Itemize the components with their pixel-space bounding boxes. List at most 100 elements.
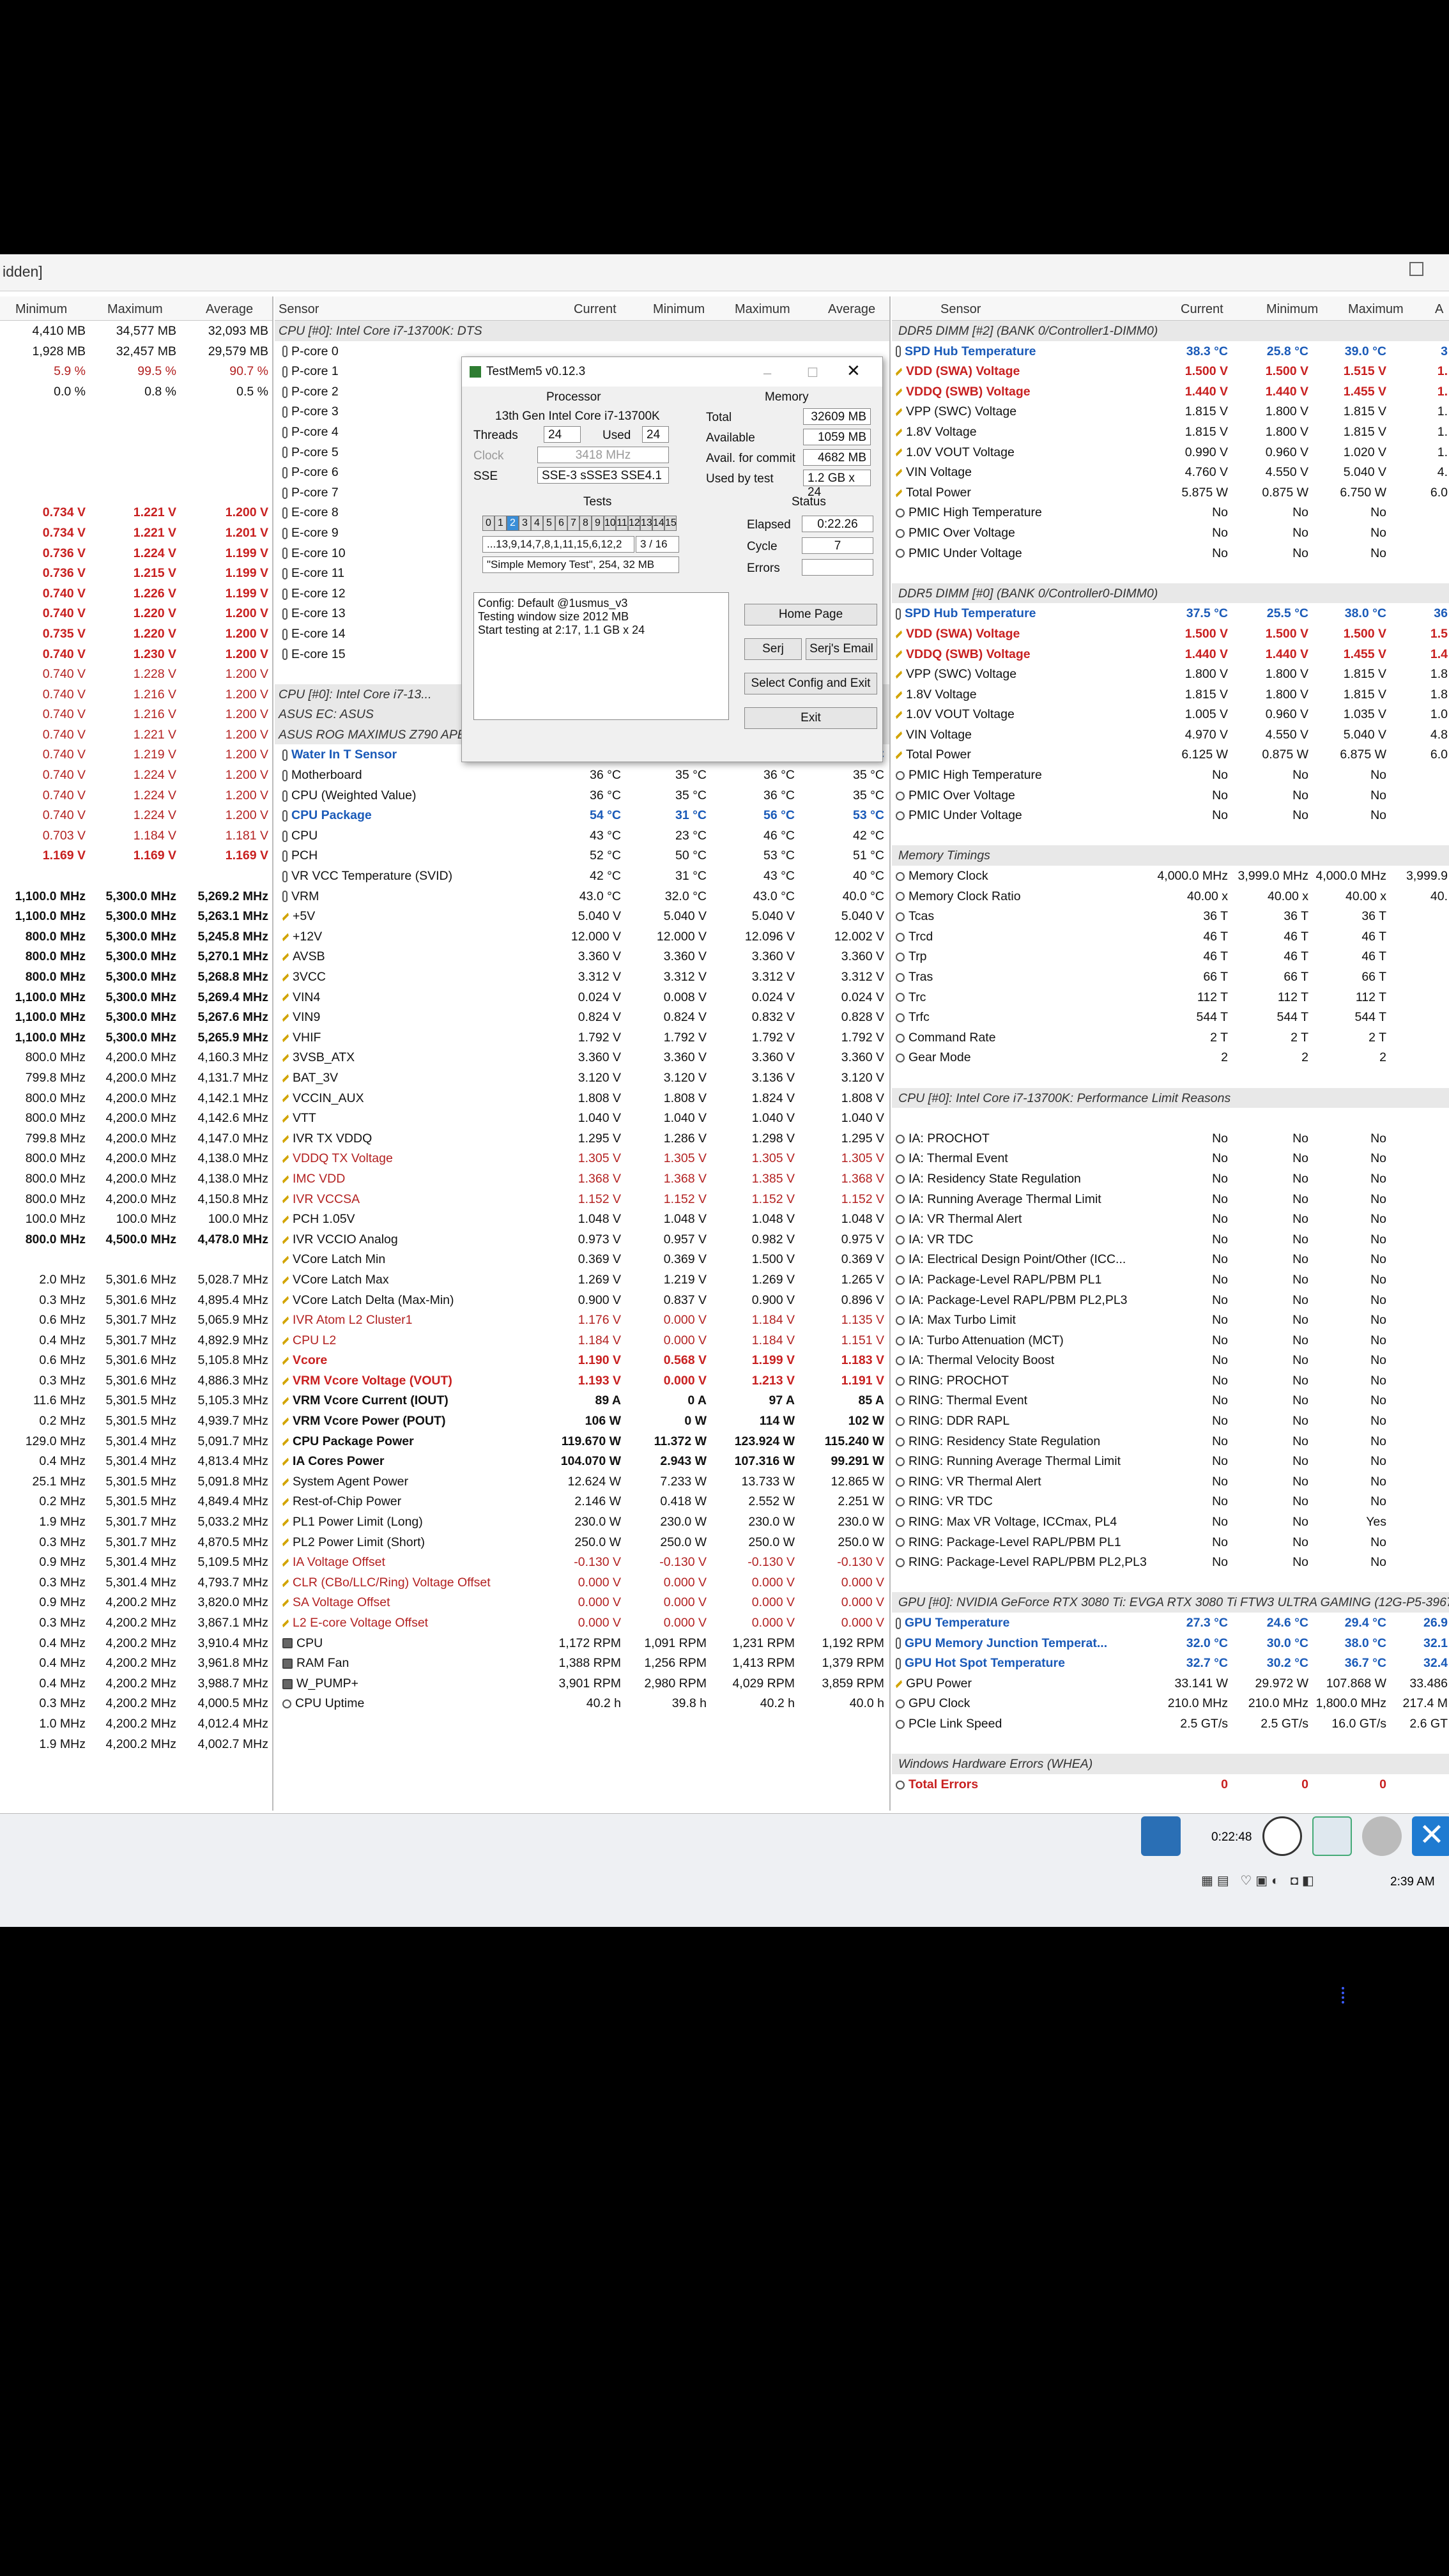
table-row[interactable]: 800.0 MHz 4,200.0 MHz 4,150.8 MHz (0, 1189, 272, 1209)
system-tray-icons[interactable]: ▦▤ ♡▣◐ ◘◧ (1201, 1873, 1367, 1892)
table-row[interactable]: Command Rate 2 T 2 T 2 T (892, 1027, 1449, 1048)
column-current[interactable]: Current (1181, 302, 1223, 317)
table-row[interactable]: Memory Clock Ratio 40.00 x 40.00 x 40.00 x 4… (892, 886, 1449, 907)
table-row[interactable]: VDDQ TX Voltage 1.305 V 1.305 V 1.305 V 1.30… (275, 1148, 889, 1169)
table-row[interactable]: RING: DDR RAPL No No No (892, 1411, 1449, 1431)
table-row[interactable]: 1.9 MHz 4,200.2 MHz 4,002.7 MHz (0, 1734, 272, 1754)
table-row[interactable]: 0.740 V 1.216 V 1.200 V (0, 684, 272, 705)
table-row[interactable]: VR VCC Temperature (SVID) 42 °C 31 °C 43 °C… (275, 866, 889, 886)
table-row[interactable]: GPU Clock 210.0 MHz 210.0 MHz 1,800.0 MHz 21… (892, 1693, 1449, 1713)
section-header[interactable]: DDR5 DIMM [#2] (BANK 0/Controller1-DIMM0… (892, 321, 1449, 341)
table-row[interactable]: RING: PROCHOT No No No (892, 1370, 1449, 1391)
table-row[interactable]: IA: Turbo Attenuation (MCT) No No No (892, 1330, 1449, 1351)
table-row[interactable]: 800.0 MHz 4,500.0 MHz 4,478.0 MHz (0, 1229, 272, 1250)
table-row[interactable]: IA: PROCHOT No No No (892, 1128, 1449, 1149)
table-row[interactable]: IA: Max Turbo Limit No No No (892, 1310, 1449, 1330)
table-row[interactable] (0, 1249, 272, 1269)
table-row[interactable]: IA: Package-Level RAPL/PBM PL1 No No No (892, 1269, 1449, 1290)
table-row[interactable]: VRM Vcore Voltage (VOUT) 1.193 V 0.000 V 1.… (275, 1370, 889, 1391)
table-row[interactable]: 0.4 MHz 5,301.7 MHz 4,892.9 MHz (0, 1330, 272, 1351)
home-page-button[interactable]: Home Page (744, 604, 877, 625)
table-row[interactable]: BAT_3V 3.120 V 3.120 V 3.136 V 3.120 V (275, 1068, 889, 1088)
table-row[interactable]: 0.740 V 1.221 V 1.200 V (0, 724, 272, 745)
table-row[interactable]: +5V 5.040 V 5.040 V 5.040 V 5.040 V (275, 906, 889, 926)
table-row[interactable]: 800.0 MHz 4,200.0 MHz 4,160.3 MHz (0, 1047, 272, 1068)
table-row[interactable]: 1.9 MHz 5,301.7 MHz 5,033.2 MHz (0, 1512, 272, 1532)
table-row[interactable]: GPU Hot Spot Temperature 32.7 °C 30.2 °C 36… (892, 1653, 1449, 1673)
table-row[interactable]: 1,100.0 MHz 5,300.0 MHz 5,269.4 MHz (0, 987, 272, 1008)
table-row[interactable]: IA: VR Thermal Alert No No No (892, 1209, 1449, 1229)
table-row[interactable]: VCore Latch Delta (Max-Min) 0.900 V 0.837 … (275, 1290, 889, 1310)
table-row[interactable] (0, 442, 272, 463)
table-row[interactable]: 800.0 MHz 5,300.0 MHz 5,270.1 MHz (0, 946, 272, 967)
section-header[interactable]: Windows Hardware Errors (WHEA) (892, 1754, 1449, 1774)
table-row[interactable]: RING: Max VR Voltage, ICCmax, PL4 No No Yes (892, 1512, 1449, 1532)
exit-button[interactable]: Exit (744, 707, 877, 729)
table-row[interactable]: 0.740 V 1.226 V 1.199 V (0, 583, 272, 604)
table-row[interactable] (892, 825, 1449, 846)
table-row[interactable]: 0.3 MHz 5,301.6 MHz 4,895.4 MHz (0, 1290, 272, 1310)
table-row[interactable]: VCore Latch Max 1.269 V 1.219 V 1.269 V 1.26… (275, 1269, 889, 1290)
table-row[interactable]: 0.2 MHz 5,301.5 MHz 4,849.4 MHz (0, 1491, 272, 1512)
table-row[interactable]: 0.0 % 0.8 % 0.5 % (0, 381, 272, 402)
table-row[interactable]: Memory Clock 4,000.0 MHz 3,999.0 MHz 4,000.… (892, 866, 1449, 886)
table-row[interactable]: 0.6 MHz 5,301.7 MHz 5,065.9 MHz (0, 1310, 272, 1330)
table-row[interactable]: 800.0 MHz 4,200.0 MHz 4,142.6 MHz (0, 1108, 272, 1128)
table-row[interactable]: IA: VR TDC No No No (892, 1229, 1449, 1250)
table-row[interactable]: IA Cores Power 104.070 W 2.943 W 107.316 W 9… (275, 1451, 889, 1471)
table-row[interactable]: CPU Package 54 °C 31 °C 56 °C 53 °C (275, 805, 889, 825)
table-row[interactable]: VTT 1.040 V 1.040 V 1.040 V 1.040 V (275, 1108, 889, 1128)
column-minimum[interactable]: Minimum (1266, 302, 1318, 317)
table-row[interactable]: VIN9 0.824 V 0.824 V 0.832 V 0.828 V (275, 1007, 889, 1027)
table-row[interactable]: VRM Vcore Power (POUT) 106 W 0 W 114 W 102 W (275, 1411, 889, 1431)
table-row[interactable]: 0.9 MHz 4,200.2 MHz 3,820.0 MHz (0, 1592, 272, 1613)
table-row[interactable]: IVR VCCIO Analog 0.973 V 0.957 V 0.982 V 0.9… (275, 1229, 889, 1250)
table-row[interactable] (0, 422, 272, 442)
table-row[interactable]: VDDQ (SWB) Voltage 1.440 V 1.440 V 1.455 V 1… (892, 644, 1449, 664)
table-row[interactable]: Tras 66 T 66 T 66 T (892, 967, 1449, 987)
table-row[interactable] (892, 1068, 1449, 1088)
close-sensors-icon[interactable]: ✕ (1412, 1816, 1449, 1856)
table-row[interactable]: 4,410 MB 34,577 MB 32,093 MB (0, 321, 272, 341)
table-row[interactable]: PL2 Power Limit (Short) 250.0 W 250.0 W 250… (275, 1532, 889, 1552)
table-row[interactable]: CPU Uptime 40.2 h 39.8 h 40.2 h 40.0 h (275, 1693, 889, 1713)
table-row[interactable]: PCIe Link Speed 2.5 GT/s 2.5 GT/s 16.0 GT/s… (892, 1713, 1449, 1734)
table-row[interactable]: System Agent Power 12.624 W 7.233 W 13.733 … (275, 1471, 889, 1492)
table-row[interactable]: 0.740 V 1.230 V 1.200 V (0, 644, 272, 664)
table-row[interactable]: 3VSB_ATX 3.360 V 3.360 V 3.360 V 3.360 V (275, 1047, 889, 1068)
table-row[interactable]: 1,100.0 MHz 5,300.0 MHz 5,267.6 MHz (0, 1007, 272, 1027)
table-row[interactable]: 5.9 % 99.5 % 90.7 % (0, 361, 272, 381)
table-row[interactable]: 1.8V Voltage 1.815 V 1.800 V 1.815 V 1. (892, 422, 1449, 442)
table-row[interactable] (892, 1572, 1449, 1593)
table-row[interactable]: Motherboard 36 °C 35 °C 36 °C 35 °C (275, 765, 889, 785)
table-row[interactable]: 800.0 MHz 4,200.0 MHz 4,138.0 MHz (0, 1148, 272, 1169)
table-row[interactable]: PMIC High Temperature No No No (892, 765, 1449, 785)
table-row[interactable]: IVR Atom L2 Cluster1 1.176 V 0.000 V 1.184 … (275, 1310, 889, 1330)
column-sensor[interactable]: Sensor (279, 302, 319, 317)
table-row[interactable]: VIN Voltage 4.760 V 4.550 V 5.040 V 4. (892, 462, 1449, 482)
column-current[interactable]: Current (574, 302, 617, 317)
table-row[interactable]: GPU Memory Junction Temperat... 32.0 °C 30… (892, 1633, 1449, 1653)
table-row[interactable]: 0.6 MHz 5,301.6 MHz 5,105.8 MHz (0, 1350, 272, 1370)
column-average[interactable]: A (1435, 302, 1443, 317)
table-row[interactable] (0, 401, 272, 422)
table-row[interactable]: RING: VR TDC No No No (892, 1491, 1449, 1512)
table-row[interactable]: AVSB 3.360 V 3.360 V 3.360 V 3.360 V (275, 946, 889, 967)
table-row[interactable]: PL1 Power Limit (Long) 230.0 W 230.0 W 230.… (275, 1512, 889, 1532)
table-row[interactable]: 0.3 MHz 5,301.6 MHz 4,886.3 MHz (0, 1370, 272, 1391)
table-row[interactable]: Trc 112 T 112 T 112 T (892, 987, 1449, 1008)
table-row[interactable]: IA: Electrical Design Point/Other (ICC..… (892, 1249, 1449, 1269)
table-row[interactable]: RING: VR Thermal Alert No No No (892, 1471, 1449, 1492)
column-maximum[interactable]: Maximum (107, 302, 163, 317)
table-row[interactable]: IA: Thermal Event No No No (892, 1148, 1449, 1169)
table-row[interactable] (0, 866, 272, 886)
table-row[interactable]: 800.0 MHz 4,200.0 MHz 4,142.1 MHz (0, 1088, 272, 1108)
table-row[interactable]: Trfc 544 T 544 T 544 T (892, 1007, 1449, 1027)
table-row[interactable] (892, 563, 1449, 583)
table-row[interactable]: 129.0 MHz 5,301.4 MHz 5,091.7 MHz (0, 1431, 272, 1452)
table-row[interactable]: SPD Hub Temperature 37.5 °C 25.5 °C 38.0 °C… (892, 603, 1449, 624)
clock-icon[interactable] (1262, 1816, 1302, 1856)
table-row[interactable]: 0.735 V 1.220 V 1.200 V (0, 624, 272, 644)
table-row[interactable]: 0.3 MHz 4,200.2 MHz 3,867.1 MHz (0, 1613, 272, 1633)
table-row[interactable]: CLR (CBo/LLC/Ring) Voltage Offset 0.000 V… (275, 1572, 889, 1593)
